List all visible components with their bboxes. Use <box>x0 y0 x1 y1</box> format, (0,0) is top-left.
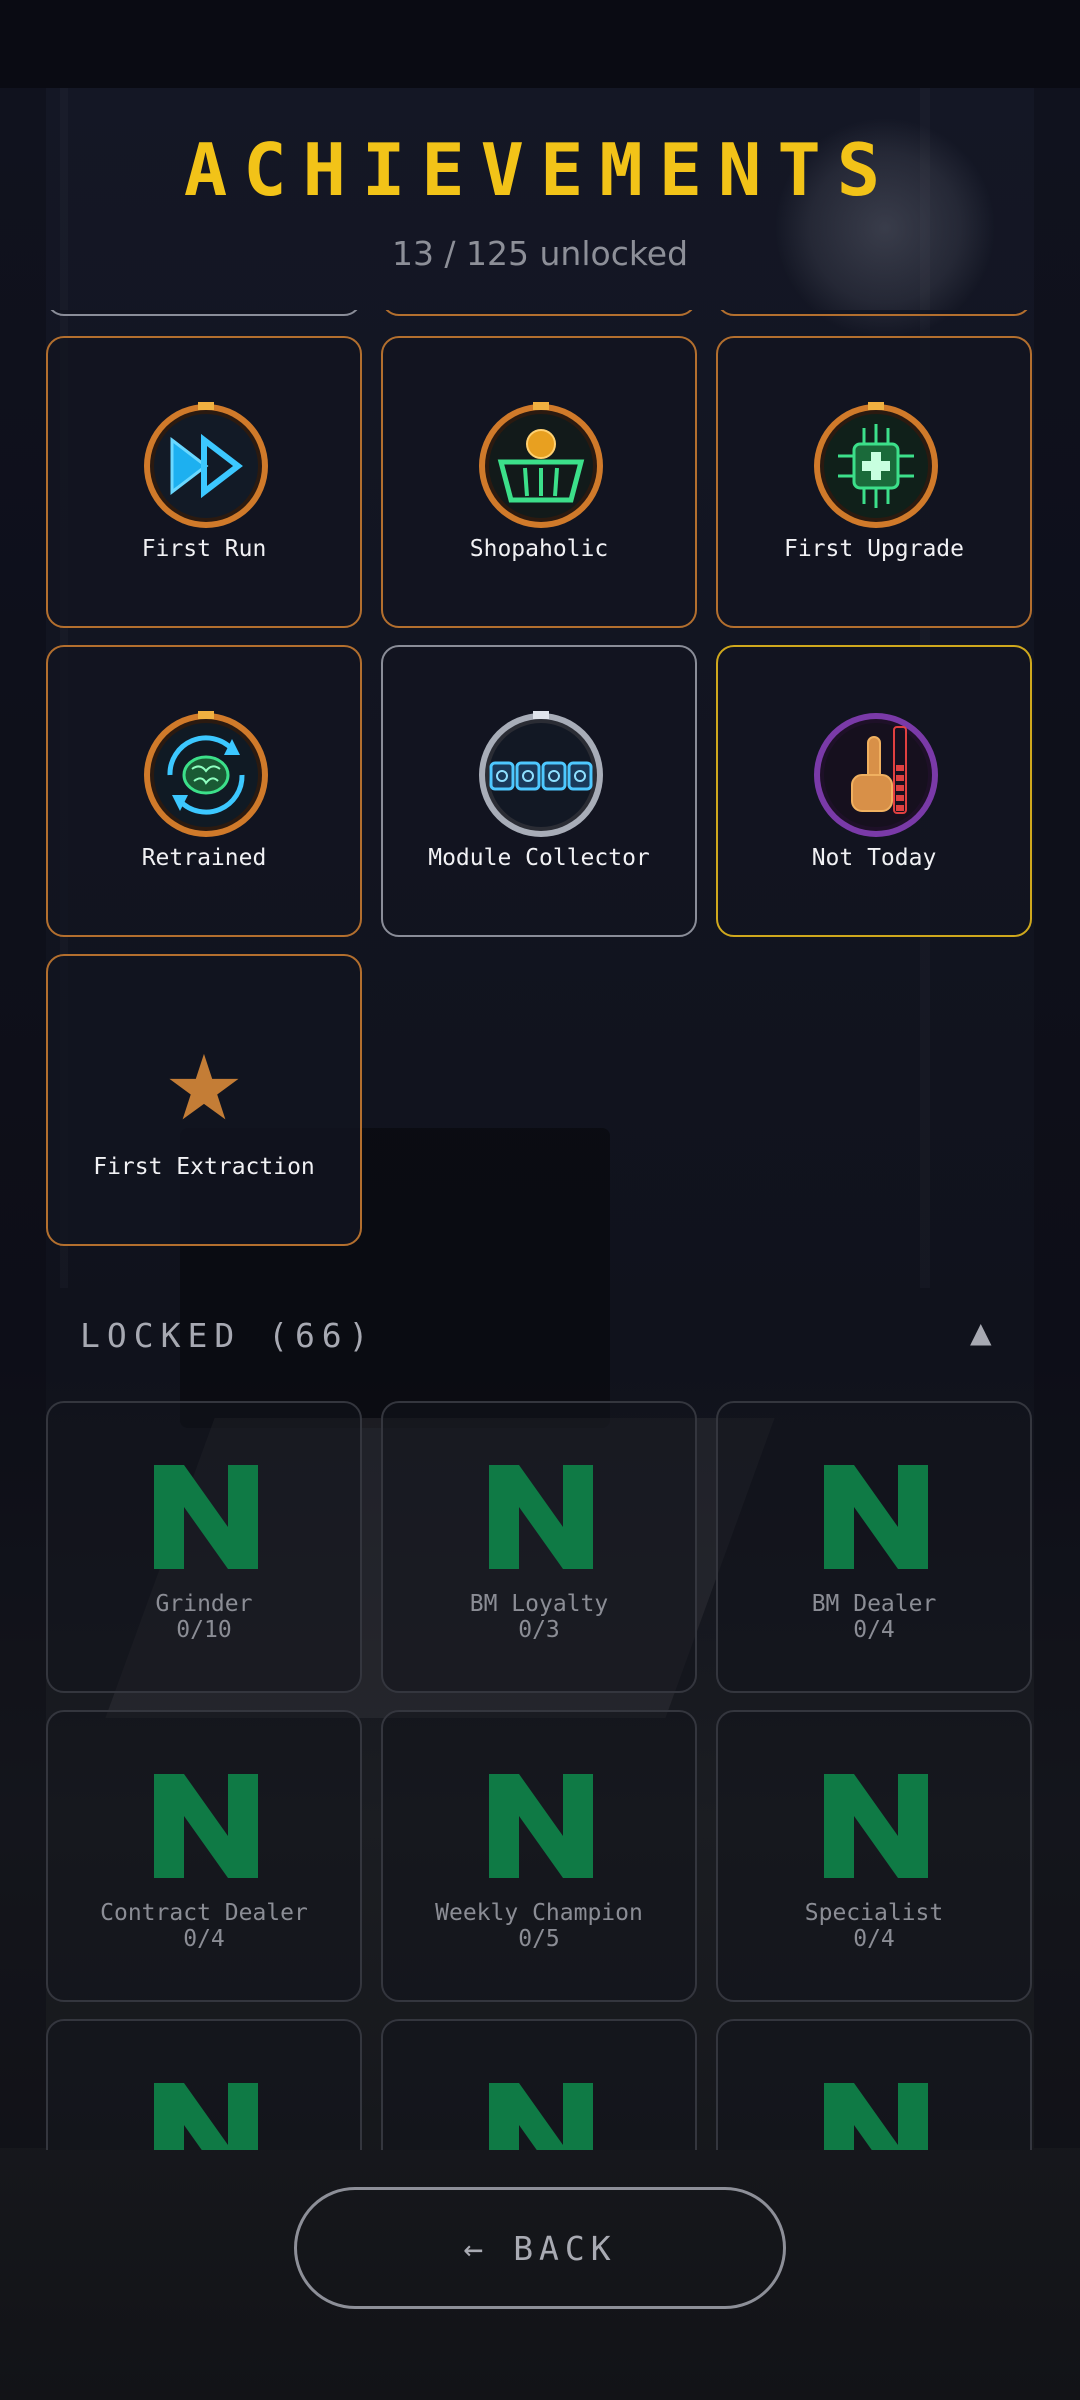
locked-placeholder-icon <box>154 2083 258 2150</box>
achievement-name: Specialist <box>804 1900 944 1926</box>
fast-forward-icon <box>140 400 272 532</box>
locked-card-partial[interactable] <box>381 2019 697 2150</box>
status-bar <box>0 0 1080 88</box>
locked-card-contract-dealer[interactable]: Contract Dealer 0/4 <box>46 1710 362 2002</box>
locked-placeholder-icon <box>489 2083 593 2150</box>
locked-placeholder-icon <box>824 2083 928 2150</box>
locked-card-weekly-champion[interactable]: Weekly Champion 0/5 <box>381 1710 697 2002</box>
achievement-list[interactable]: First Run Shopaholic First Upgrade Retra… <box>0 310 1080 2150</box>
achievement-name: Weekly Champion <box>435 1900 643 1926</box>
achievement-name: Grinder <box>155 1591 253 1617</box>
locked-section-header[interactable]: LOCKED (66) <box>80 1316 376 1355</box>
locked-card-grinder[interactable]: Grinder 0/10 <box>46 1401 362 1693</box>
achievement-name: Shopaholic <box>469 536 609 562</box>
achievement-name: First Upgrade <box>783 536 964 562</box>
achievement-progress: 0/4 <box>853 1617 895 1643</box>
achievement-card-shopaholic[interactable]: Shopaholic <box>381 336 697 628</box>
back-button-label: BACK <box>513 2228 617 2268</box>
back-button[interactable]: ← BACK <box>294 2187 786 2309</box>
brain-refresh-icon <box>140 709 272 841</box>
modules-icon <box>475 709 607 841</box>
achievement-progress: 0/10 <box>176 1617 232 1643</box>
locked-placeholder-icon <box>154 1465 258 1569</box>
locked-placeholder-icon <box>824 1465 928 1569</box>
achievement-name: First Extraction <box>93 1154 315 1180</box>
achievement-progress: 0/5 <box>518 1926 560 1952</box>
locked-card-specialist[interactable]: Specialist 0/4 <box>716 1710 1032 2002</box>
collapse-triangle-icon[interactable]: ▲ <box>970 1316 992 1349</box>
middle-finger-icon <box>810 709 942 841</box>
achievement-card-partial[interactable] <box>716 310 1032 316</box>
locked-placeholder-icon <box>154 1774 258 1878</box>
locked-card-partial[interactable] <box>46 2019 362 2150</box>
achievement-card-first-extraction[interactable]: ★ First Extraction <box>46 954 362 1246</box>
achievement-progress: 0/3 <box>518 1617 560 1643</box>
chip-upgrade-icon <box>810 400 942 532</box>
achievement-card-retrained[interactable]: Retrained <box>46 645 362 937</box>
achievement-name: BM Loyalty <box>469 1591 609 1617</box>
achievement-name: First Run <box>141 536 267 562</box>
shopping-basket-icon <box>475 400 607 532</box>
locked-placeholder-icon <box>489 1774 593 1878</box>
achievement-name: Not Today <box>811 845 937 871</box>
achievement-card-first-upgrade[interactable]: First Upgrade <box>716 336 1032 628</box>
achievement-card-partial[interactable] <box>46 310 362 316</box>
achievement-name: Retrained <box>141 845 267 871</box>
achievement-progress: 0/4 <box>853 1926 895 1952</box>
achievement-card-first-run[interactable]: First Run <box>46 336 362 628</box>
locked-card-partial[interactable] <box>716 2019 1032 2150</box>
locked-card-bm-loyalty[interactable]: BM Loyalty 0/3 <box>381 1401 697 1693</box>
achievement-name: BM Dealer <box>811 1591 937 1617</box>
star-icon: ★ <box>163 1036 245 1141</box>
locked-placeholder-icon <box>824 1774 928 1878</box>
achievement-card-module-collector[interactable]: Module Collector <box>381 645 697 937</box>
locked-card-bm-dealer[interactable]: BM Dealer 0/4 <box>716 1401 1032 1693</box>
achievement-card-not-today[interactable]: Not Today <box>716 645 1032 937</box>
back-arrow-icon: ← <box>463 2228 490 2268</box>
unlock-progress: 13 / 125 unlocked <box>391 234 689 273</box>
locked-placeholder-icon <box>489 1465 593 1569</box>
achievement-card-partial[interactable] <box>381 310 697 316</box>
achievement-name: Module Collector <box>428 845 650 871</box>
achievement-progress: 0/4 <box>183 1926 225 1952</box>
page-title: ACHIEVEMENTS <box>183 128 897 212</box>
achievement-name: Contract Dealer <box>100 1900 308 1926</box>
